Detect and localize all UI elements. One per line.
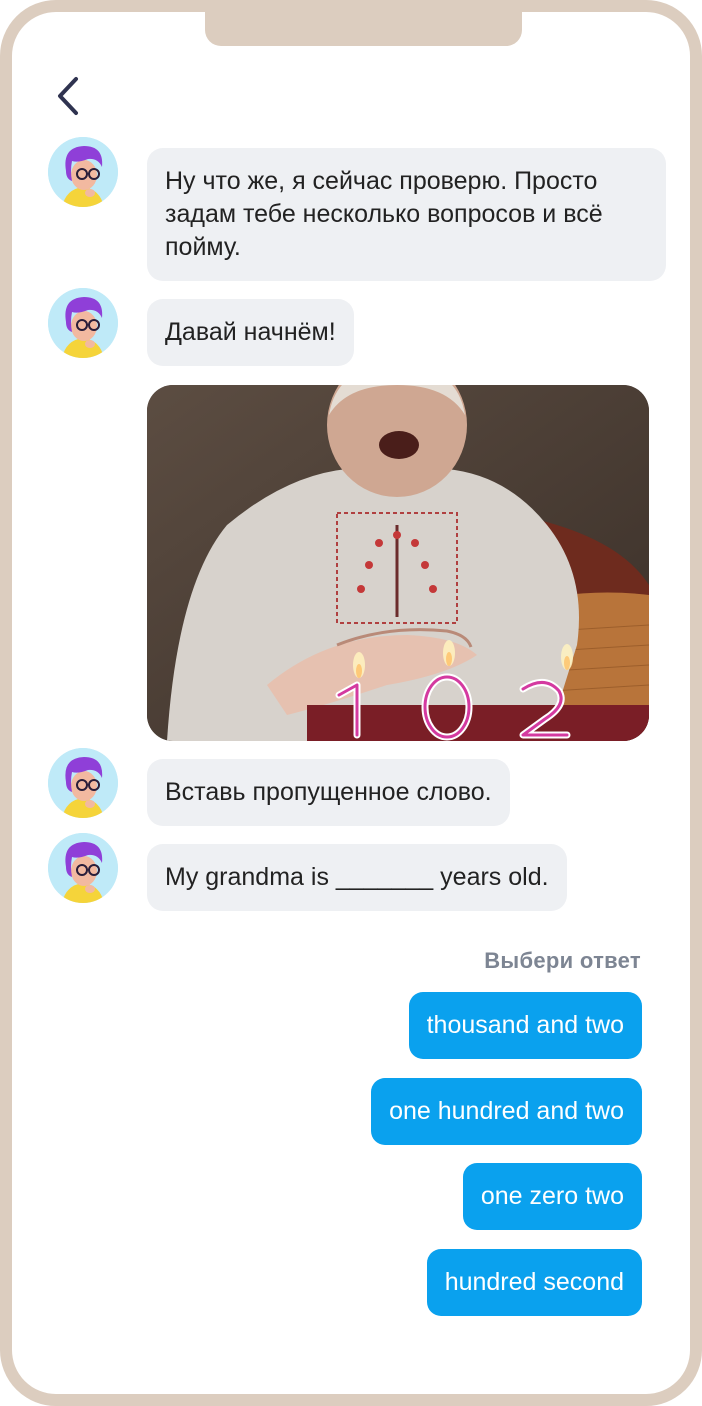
teacher-avatar-icon [48, 288, 118, 358]
bot-message: Вставь пропущенное слово. [147, 759, 510, 826]
answer-option-button[interactable]: one zero two [462, 1163, 642, 1230]
message-text: Вставь пропущенное слово. [165, 778, 492, 806]
birthday-cake-image [147, 385, 649, 741]
teacher-avatar-icon [48, 748, 118, 818]
bot-avatar [48, 288, 118, 358]
bot-avatar [48, 137, 118, 207]
teacher-avatar-icon [48, 137, 118, 207]
phone-frame: Ну что же, я сейчас проверю. Просто зада… [0, 0, 702, 1406]
bot-avatar [48, 748, 118, 818]
answer-option-button[interactable]: hundred second [426, 1249, 642, 1316]
bot-message: Ну что же, я сейчас проверю. Просто зада… [147, 148, 666, 281]
back-button[interactable] [48, 70, 88, 122]
message-text: My grandma is _______ years old. [165, 863, 549, 891]
birthday-gif [147, 385, 649, 741]
message-text: Ну что же, я сейчас проверю. Просто зада… [165, 167, 603, 261]
answer-prompt: Выбери ответ [484, 948, 641, 973]
bot-message: Давай начнём! [147, 299, 354, 366]
bot-message: My grandma is _______ years old. [147, 844, 567, 911]
phone-notch [205, 12, 522, 46]
teacher-avatar-icon [48, 833, 118, 903]
chevron-left-icon [58, 77, 78, 115]
message-text: Давай начнём! [165, 318, 336, 346]
answer-option-button[interactable]: one hundred and two [371, 1078, 642, 1145]
answer-option-button[interactable]: thousand and two [408, 992, 642, 1059]
bot-avatar [48, 833, 118, 903]
